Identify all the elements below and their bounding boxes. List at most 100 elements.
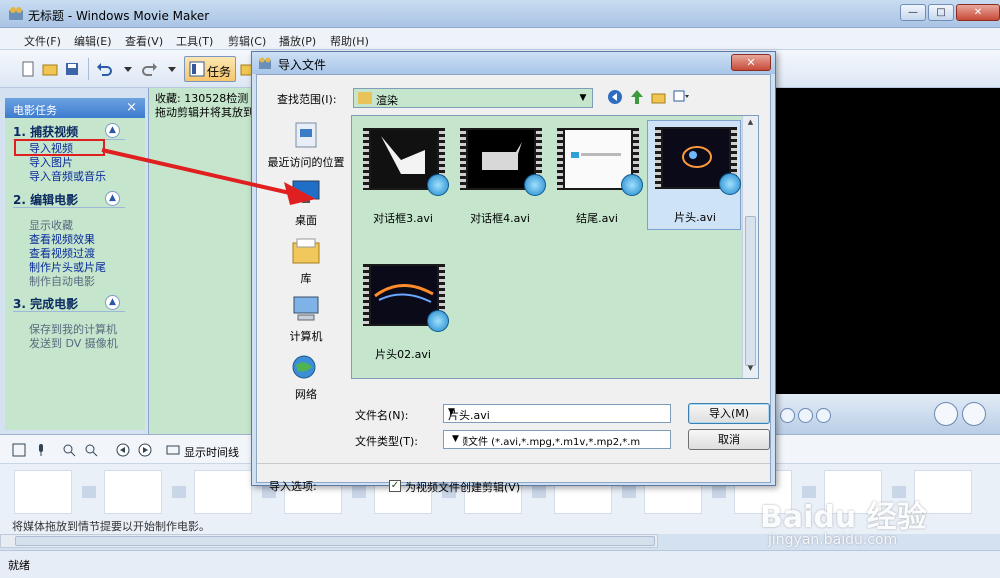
- play-control-button[interactable]: [816, 408, 831, 423]
- open-folder-icon[interactable]: [42, 61, 58, 77]
- task-automovie[interactable]: 制作自动电影: [29, 273, 95, 289]
- recent-places-icon: [295, 122, 317, 148]
- chevron-up-icon[interactable]: ▲: [105, 295, 120, 310]
- file-item[interactable]: 对话框4.avi: [453, 122, 547, 232]
- zoom-out-icon[interactable]: [84, 443, 98, 457]
- video-thumbnail: [460, 128, 546, 196]
- section-capture-video[interactable]: 1. 捕获视频: [13, 123, 78, 140]
- place-recent[interactable]: 最近访问的位置: [261, 121, 351, 170]
- file-type-select[interactable]: 视频文件 (*.avi,*.mpg,*.m1v,*.mp2,*.m ▼: [443, 430, 671, 449]
- file-item[interactable]: 片头02.avi: [356, 258, 450, 368]
- section-edit-movie[interactable]: 2. 编辑电影: [13, 191, 78, 208]
- menu-file[interactable]: 文件(F): [24, 33, 61, 49]
- menu-edit[interactable]: 编辑(E): [74, 33, 112, 49]
- scrollbar-thumb[interactable]: [15, 536, 655, 546]
- import-options-label: 导入选项:: [269, 480, 317, 493]
- close-icon[interactable]: ×: [126, 100, 137, 115]
- movie-maker-icon: [259, 57, 271, 69]
- section-finish-movie[interactable]: 3. 完成电影: [13, 295, 78, 312]
- video-thumbnail: [655, 127, 741, 195]
- transition-slot[interactable]: [712, 486, 726, 498]
- menu-tools[interactable]: 工具(T): [176, 33, 213, 49]
- window-title: 无标题 - Windows Movie Maker: [28, 9, 210, 23]
- timeline-icon[interactable]: [166, 443, 180, 457]
- new-folder-icon[interactable]: [651, 89, 667, 105]
- up-folder-icon[interactable]: [629, 89, 645, 105]
- import-file-dialog: 导入文件 ✕ 查找范围(I): 渲染 ▼ 最近访问的位置 桌面 库 计算机 网络…: [251, 51, 776, 494]
- place-libraries[interactable]: 库: [261, 237, 351, 286]
- file-name: 结尾.avi: [576, 212, 618, 225]
- show-timeline-button[interactable]: 显示时间线: [184, 444, 239, 460]
- maximize-button[interactable]: □: [928, 4, 954, 21]
- cancel-button[interactable]: 取消: [688, 429, 770, 450]
- media-player-badge-icon: [719, 173, 741, 195]
- file-name-field[interactable]: 片头.avi ▼: [443, 404, 671, 423]
- scroll-up-icon[interactable]: ▲: [745, 118, 756, 130]
- scroll-down-icon[interactable]: ▼: [745, 364, 756, 376]
- place-computer[interactable]: 计算机: [261, 295, 351, 344]
- redo-dropdown-icon[interactable]: [164, 61, 180, 77]
- network-icon: [292, 355, 316, 379]
- rewind-icon[interactable]: [116, 443, 130, 457]
- place-desktop[interactable]: 桌面: [261, 179, 351, 228]
- split-clip-icon[interactable]: [934, 402, 958, 426]
- storyboard-icon[interactable]: [12, 443, 26, 457]
- undo-icon[interactable]: [96, 61, 112, 77]
- toolbar-separator: [88, 58, 89, 80]
- places-bar: 最近访问的位置 桌面 库 计算机 网络: [261, 117, 351, 417]
- menu-view[interactable]: 查看(V): [125, 33, 163, 49]
- undo-dropdown-icon[interactable]: [120, 61, 136, 77]
- computer-icon: [293, 296, 319, 321]
- chevron-down-icon[interactable]: ▼: [448, 431, 463, 448]
- new-icon[interactable]: [20, 61, 36, 77]
- movie-tasks-title: 电影任务: [13, 104, 57, 117]
- task-send-to-dv[interactable]: 发送到 DV 摄像机: [29, 335, 118, 351]
- transition-slot[interactable]: [82, 486, 96, 498]
- play-storyboard-icon[interactable]: [138, 443, 152, 457]
- chevron-up-icon[interactable]: ▲: [105, 123, 120, 138]
- place-network[interactable]: 网络: [261, 353, 351, 402]
- storyboard-scrollbar[interactable]: [0, 534, 658, 548]
- chevron-down-icon[interactable]: ▼: [448, 407, 668, 417]
- file-list[interactable]: 对话框3.avi 对话框4.avi 结尾.avi 片头.avi 片头02.avi…: [351, 115, 759, 379]
- view-menu-icon[interactable]: [673, 89, 689, 105]
- scrollbar-thumb[interactable]: [745, 216, 756, 366]
- file-type-label: 文件类型(T):: [355, 435, 419, 448]
- file-item-selected[interactable]: 片头.avi: [647, 120, 741, 230]
- task-import-audio[interactable]: 导入音频或音乐: [29, 168, 106, 184]
- tasks-pane-icon: [189, 61, 205, 77]
- play-control-button[interactable]: [780, 408, 795, 423]
- storyboard-slot[interactable]: [14, 470, 72, 514]
- menu-clip[interactable]: 剪辑(C): [228, 33, 266, 49]
- folder-icon: [358, 92, 372, 104]
- import-button[interactable]: 导入(M): [688, 403, 770, 424]
- chevron-down-icon[interactable]: ▼: [576, 91, 590, 105]
- minimize-button[interactable]: —: [900, 4, 926, 21]
- transition-slot[interactable]: [532, 486, 546, 498]
- close-button[interactable]: ✕: [956, 4, 1000, 21]
- back-icon[interactable]: [607, 89, 623, 105]
- menu-help[interactable]: 帮助(H): [330, 33, 369, 49]
- redo-icon[interactable]: [142, 61, 158, 77]
- file-name-label: 文件名(N):: [355, 409, 409, 422]
- menu-play[interactable]: 播放(P): [279, 33, 316, 49]
- zoom-in-icon[interactable]: [62, 443, 76, 457]
- save-icon[interactable]: [64, 61, 80, 77]
- dialog-close-button[interactable]: ✕: [731, 54, 771, 71]
- file-item[interactable]: 对话框3.avi: [356, 122, 450, 232]
- transition-slot[interactable]: [352, 486, 366, 498]
- transition-slot[interactable]: [622, 486, 636, 498]
- file-list-scrollbar[interactable]: ▲ ▼: [742, 116, 758, 378]
- snapshot-camera-icon[interactable]: [962, 402, 986, 426]
- transition-slot[interactable]: [172, 486, 186, 498]
- file-item[interactable]: 结尾.avi: [550, 122, 644, 232]
- storyboard-slot[interactable]: [194, 470, 252, 514]
- media-player-badge-icon: [524, 174, 546, 196]
- create-clips-checkbox[interactable]: ✓: [389, 480, 401, 492]
- chevron-up-icon[interactable]: ▲: [105, 191, 120, 206]
- storyboard-slot[interactable]: [104, 470, 162, 514]
- narrate-mic-icon[interactable]: [34, 443, 48, 457]
- tasks-toggle-button[interactable]: 任务: [184, 56, 236, 82]
- play-control-button[interactable]: [798, 408, 813, 423]
- look-in-combobox[interactable]: 渲染 ▼: [353, 88, 593, 108]
